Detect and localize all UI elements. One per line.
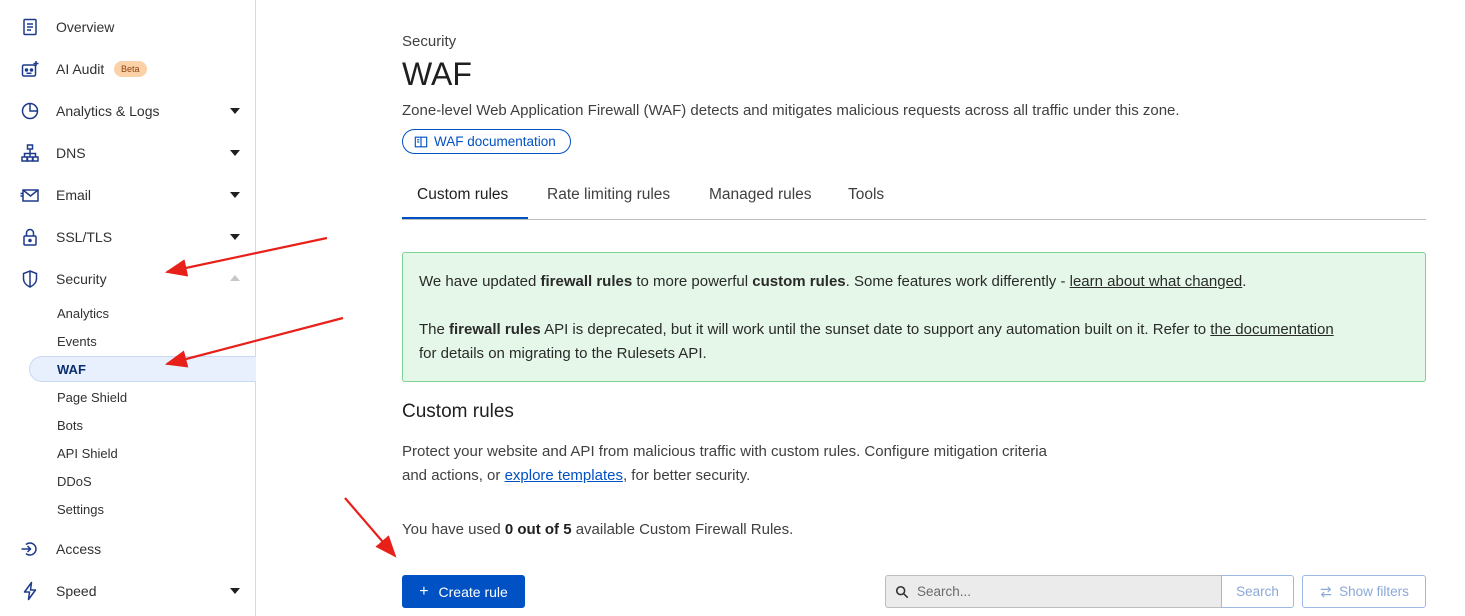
sidebar-subitem-label: DDoS: [57, 474, 92, 489]
alert-line-1: We have updated firewall rules to more p…: [419, 270, 1246, 294]
sidebar-item-email[interactable]: Email: [0, 174, 255, 216]
sidebar-item-label: Analytics & Logs: [56, 103, 160, 119]
filter-arrows-icon: [1320, 585, 1332, 598]
chevron-down-icon: [230, 150, 240, 156]
alert-text: to more powerful: [632, 273, 753, 290]
sidebar-item-label: Speed: [56, 583, 97, 599]
lightning-icon: [20, 581, 40, 601]
alert-line-2: The firewall rules API is deprecated, bu…: [419, 318, 1334, 342]
sidebar-item-label: DNS: [56, 145, 86, 161]
sidebar-item-ssl-tls[interactable]: SSL/TLS: [0, 216, 255, 258]
chevron-up-icon: [230, 275, 240, 281]
alert-line-3: for details on migrating to the Rulesets…: [419, 345, 707, 362]
alert-bold: firewall rules: [449, 321, 541, 338]
plus-icon: +: [419, 582, 429, 600]
alert-text: .: [1242, 273, 1247, 290]
chevron-down-icon: [230, 192, 240, 198]
rule-usage-text: You have used 0 out of 5 available Custo…: [402, 521, 793, 538]
sidebar-subitem-label: Events: [57, 334, 97, 349]
alert-text: . Some features work differently -: [845, 273, 1070, 290]
waf-documentation-button[interactable]: WAF documentation: [402, 129, 571, 154]
sidebar-item-analytics-logs[interactable]: Analytics & Logs: [0, 90, 255, 132]
sidebar-subitem-analytics[interactable]: Analytics: [0, 301, 255, 327]
sidebar-item-security[interactable]: Security: [0, 258, 255, 300]
sidebar-item-label: Email: [56, 187, 92, 203]
annotation-arrow-create-rule: [344, 497, 397, 558]
chevron-down-icon: [230, 588, 240, 594]
page-title: WAF: [402, 56, 472, 92]
alert-bold: firewall rules: [540, 273, 633, 290]
breadcrumb: Security: [402, 33, 457, 50]
documentation-link[interactable]: the documentation: [1210, 321, 1333, 338]
sidebar: Overview AI Audit Beta Analytics & Logs …: [0, 0, 256, 616]
tab-tools[interactable]: Tools: [848, 186, 884, 204]
sidebar-subitem-page-shield[interactable]: Page Shield: [0, 385, 255, 411]
section-text: , for better security.: [622, 467, 751, 484]
sidebar-subitem-label: Bots: [57, 418, 84, 433]
info-alert: We have updated firewall rules to more p…: [402, 252, 1426, 382]
sidebar-subitem-label: Page Shield: [57, 390, 128, 405]
main-content: Security WAF Zone-level Web Application …: [402, 0, 1426, 616]
sidebar-item-label: Security: [56, 271, 107, 287]
sidebar-item-label: Overview: [56, 19, 115, 35]
usage-text: You have used: [402, 521, 505, 538]
access-icon: [20, 539, 40, 559]
sidebar-item-label: SSL/TLS: [56, 229, 113, 245]
network-icon: [20, 143, 40, 163]
sidebar-item-speed[interactable]: Speed: [0, 570, 255, 612]
book-icon: [414, 136, 428, 147]
show-filters-label: Show filters: [1339, 584, 1409, 599]
explore-templates-link[interactable]: explore templates: [505, 467, 623, 484]
sidebar-item-label: Access: [56, 541, 102, 557]
section-heading: Custom rules: [402, 401, 514, 422]
sidebar-item-access[interactable]: Access: [0, 528, 255, 570]
tab-managed-rules[interactable]: Managed rules: [709, 186, 812, 204]
alert-text: We have updated: [419, 273, 541, 290]
sidebar-subitem-events[interactable]: Events: [0, 329, 255, 355]
tab-bar: Custom rules Rate limiting rules Managed…: [402, 176, 1426, 220]
search-box: [885, 575, 1222, 608]
usage-count: 0 out of 5: [504, 521, 572, 538]
envelope-icon: [20, 185, 40, 205]
sidebar-subitem-bots[interactable]: Bots: [0, 413, 255, 439]
tab-custom-rules[interactable]: Custom rules: [417, 186, 508, 204]
document-icon: [20, 17, 40, 37]
create-rule-button[interactable]: + Create rule: [402, 575, 525, 608]
search-input[interactable]: [917, 584, 1207, 599]
shield-icon: [20, 269, 40, 289]
robot-icon: [20, 59, 40, 79]
sidebar-subitem-label: Settings: [57, 502, 104, 517]
sidebar-item-overview[interactable]: Overview: [0, 6, 255, 48]
section-description: Protect your website and API from malici…: [402, 440, 1062, 488]
sidebar-subitem-settings[interactable]: Settings: [0, 497, 255, 523]
page-description: Zone-level Web Application Firewall (WAF…: [402, 102, 1180, 119]
active-tab-indicator: [402, 217, 528, 219]
usage-text: available Custom Firewall Rules.: [571, 521, 794, 538]
sidebar-subitem-waf[interactable]: WAF: [29, 356, 256, 382]
pie-chart-icon: [20, 101, 40, 121]
chevron-down-icon: [230, 108, 240, 114]
sidebar-item-ai-audit[interactable]: AI Audit Beta: [0, 48, 255, 90]
sidebar-subitem-label: API Shield: [57, 446, 118, 461]
beta-badge: Beta: [114, 61, 147, 77]
lock-icon: [20, 227, 40, 247]
alert-bold: custom rules: [752, 273, 846, 290]
tab-rate-limiting-rules[interactable]: Rate limiting rules: [547, 186, 670, 204]
sidebar-subitem-label: Analytics: [57, 306, 110, 321]
alert-text: API is deprecated, but it will work unti…: [540, 321, 1211, 338]
sidebar-subitem-api-shield[interactable]: API Shield: [0, 441, 255, 467]
search-button[interactable]: Search: [1221, 575, 1294, 608]
doc-button-label: WAF documentation: [434, 134, 556, 149]
alert-text: The: [419, 321, 450, 338]
create-rule-label: Create rule: [438, 583, 508, 600]
search-icon: [895, 585, 909, 598]
sidebar-item-label: AI Audit: [56, 61, 105, 77]
sidebar-subitem-ddos[interactable]: DDoS: [0, 469, 255, 495]
sidebar-subitem-label: WAF: [57, 362, 86, 377]
chevron-down-icon: [230, 234, 240, 240]
show-filters-button[interactable]: Show filters: [1302, 575, 1426, 608]
learn-what-changed-link[interactable]: learn about what changed: [1070, 273, 1243, 290]
sidebar-item-dns[interactable]: DNS: [0, 132, 255, 174]
